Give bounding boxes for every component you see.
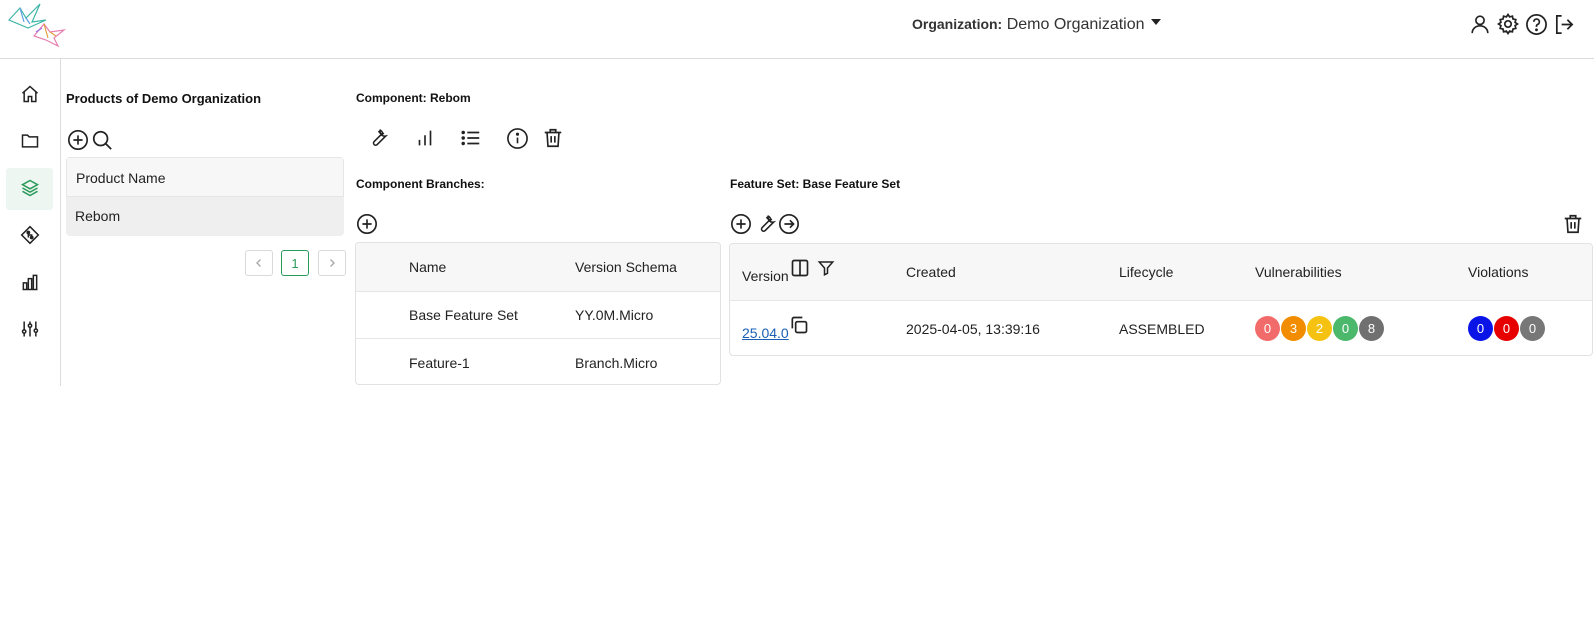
branches-table: Name Version Schema Base Feature Set YY.… (355, 242, 721, 385)
product-name-header: Product Name (66, 157, 344, 197)
feature-set-settings-button[interactable] (754, 212, 778, 236)
sidebar-item-home[interactable] (6, 74, 53, 116)
critical-vulnerabilities-badge[interactable]: 0 (1255, 316, 1280, 341)
delete-component-button[interactable] (541, 126, 565, 150)
version-column-header: Version (742, 268, 789, 284)
add-branch-button[interactable] (356, 213, 378, 235)
copy-icon (791, 316, 808, 334)
wrench-icon (372, 129, 389, 146)
wrench-button[interactable] (366, 126, 390, 150)
prev-page-button[interactable] (245, 250, 273, 276)
chevron-left-icon (256, 259, 261, 267)
columns-icon (791, 259, 809, 277)
products-title: Products of Demo Organization (66, 91, 262, 106)
component-title: Component: Rebom (356, 91, 471, 105)
sidebar-item-branches[interactable] (6, 215, 53, 257)
name-column-header: Name (409, 259, 447, 275)
logout-icon[interactable] (1552, 12, 1576, 36)
sidebar-item-products[interactable] (6, 168, 53, 210)
info-icon (506, 127, 528, 149)
wrench-icon (760, 215, 777, 232)
copy-version-button[interactable] (789, 315, 809, 335)
violations-column-header: Violations (1468, 264, 1529, 280)
gear-icon[interactable] (1496, 12, 1520, 36)
trash-icon (544, 128, 562, 148)
plus-circle-icon (357, 214, 377, 234)
arrow-right-circle-icon (779, 214, 799, 234)
plus-circle-icon (68, 130, 88, 150)
created-column-header: Created (906, 264, 956, 280)
info-button[interactable] (505, 126, 529, 150)
products-table: Product Name Rebom (66, 157, 344, 236)
caret-down-icon (1150, 18, 1161, 25)
vulnerabilities-column-header: Vulnerabilities (1255, 264, 1342, 280)
top-bar: Organization: Demo Organization (0, 0, 1594, 59)
organization-label: Organization: (912, 16, 1003, 32)
page-1-button[interactable]: 1 (281, 250, 309, 276)
branch-name: Base Feature Set (409, 307, 518, 323)
search-product-button[interactable] (91, 129, 113, 151)
branch-name: Feature-1 (409, 354, 470, 371)
organization-name: Demo Organization (1006, 16, 1145, 33)
sidebar-item-analytics[interactable] (6, 262, 53, 304)
sidebar (0, 59, 61, 386)
home-icon (20, 84, 40, 107)
delete-feature-set-button[interactable] (1561, 212, 1585, 236)
branches-table-header: Name Version Schema (356, 243, 720, 292)
release-lifecycle: ASSEMBLED (1119, 320, 1205, 337)
plus-circle-icon (731, 214, 751, 234)
lifecycle-column-header: Lifecycle (1119, 264, 1174, 280)
release-created: 2025-04-05, 13:39:16 (906, 320, 1040, 337)
releases-table: Version Created Lifecycle Vulnerabilitie… (729, 243, 1593, 356)
medium-vulnerabilities-badge[interactable]: 2 (1307, 316, 1332, 341)
bar-chart-icon (20, 272, 40, 295)
list-icon (461, 130, 480, 146)
sidebar-item-folder[interactable] (6, 121, 53, 163)
branches-title: Component Branches: (356, 177, 485, 191)
search-icon (92, 130, 112, 150)
operational-violations-badge[interactable]: 0 (1520, 316, 1545, 341)
releases-table-header: Version Created Lifecycle Vulnerabilitie… (730, 244, 1592, 301)
add-release-button[interactable] (730, 213, 752, 235)
organization-selector[interactable]: Organization: Demo Organization (912, 16, 1161, 34)
next-page-button[interactable] (318, 250, 346, 276)
unassigned-vulnerabilities-badge[interactable]: 8 (1359, 316, 1384, 341)
analytics-button[interactable] (413, 126, 437, 150)
branch-version-schema: YY.0M.Micro (575, 307, 654, 323)
branch-version-schema: Branch.Micro (575, 354, 658, 371)
product-row-rebom[interactable]: Rebom (66, 197, 344, 236)
table-row[interactable]: Feature-1 Branch.Micro (356, 339, 720, 384)
violation-badges: 0 0 0 (1468, 301, 1546, 355)
trash-icon (1564, 214, 1582, 234)
app-logo[interactable] (6, 2, 68, 48)
add-product-button[interactable] (67, 129, 89, 151)
folder-icon (20, 131, 40, 154)
table-row[interactable]: Base Feature Set YY.0M.Micro (356, 292, 720, 339)
vulnerability-badges: 0 3 2 0 8 (1255, 301, 1385, 355)
user-icon[interactable] (1468, 12, 1492, 36)
high-vulnerabilities-badge[interactable]: 3 (1281, 316, 1306, 341)
security-violations-badge[interactable]: 0 (1494, 316, 1519, 341)
chevron-right-icon (330, 259, 335, 267)
help-icon[interactable] (1524, 12, 1548, 36)
columns-toggle-button[interactable] (790, 258, 810, 278)
low-vulnerabilities-badge[interactable]: 0 (1333, 316, 1358, 341)
filter-icon (817, 261, 835, 276)
feature-set-title: Feature Set: Base Feature Set (730, 177, 901, 191)
table-row: 25.04.0 2025-04-05, 13:39:16 ASSEMBLED 0… (730, 301, 1592, 355)
bar-chart-icon (418, 130, 432, 146)
release-version-link[interactable]: 25.04.0 (742, 305, 789, 355)
navigate-button[interactable] (778, 213, 800, 235)
version-schema-column-header: Version Schema (575, 259, 677, 275)
sidebar-item-settings[interactable] (6, 309, 53, 351)
filter-button[interactable] (816, 258, 836, 278)
list-button[interactable] (459, 126, 483, 150)
sliders-icon (20, 319, 40, 342)
license-violations-badge[interactable]: 0 (1468, 316, 1493, 341)
git-branch-icon (20, 225, 40, 248)
layers-icon (20, 178, 40, 201)
